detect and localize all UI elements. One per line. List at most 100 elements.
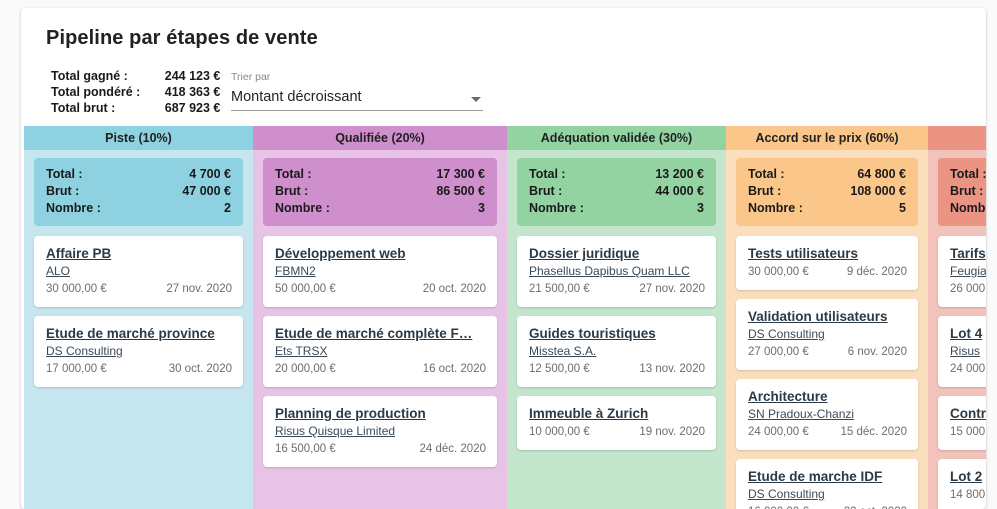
opportunity-meta: 16 000,00 € 22 oct. 2020 [748, 504, 907, 509]
opportunity-card[interactable]: Etude de marché complète F… Ets TRSX 20 00… [263, 316, 497, 387]
opportunity-title[interactable]: Etude de marché province [46, 325, 232, 343]
opportunity-date: 19 nov. 2020 [639, 426, 705, 438]
stage-body[interactable]: Total : 4 700 € Brut : 47 000 € Nombre : 2 Aff… [24, 150, 253, 509]
opportunity-company[interactable]: Phasellus Dapibus Quam LLC [529, 263, 705, 280]
stage-header: Adéquation validée (30%) [507, 126, 726, 150]
opportunity-meta: 12 500,00 € 13 nov. 2020 [529, 361, 705, 378]
sort-by-control[interactable]: Trier par Montant décroissant [231, 70, 483, 111]
stage-body[interactable]: Total :64 800 € Brut :108 000 € Nombre :5T… [726, 150, 928, 509]
opportunity-amount: 14 800,00 € [950, 489, 986, 501]
stage-body[interactable]: Total : Brut : Nombre : TarifsFeugiat 26 000… [928, 150, 986, 509]
opportunity-card[interactable]: Dossier juridique Phasellus Dapibus Quam … [517, 236, 716, 307]
opportunity-date: 20 oct. 2020 [422, 283, 486, 295]
opportunity-card[interactable]: Lot 4Risus 24 000,00 € [938, 316, 986, 387]
opportunity-amount: 16 500,00 € [275, 443, 336, 455]
summary-brut-label: Brut : [950, 184, 984, 198]
opportunity-company[interactable]: DS Consulting [748, 486, 907, 503]
opportunity-card[interactable]: Tests utilisateurs 30 000,00 € 9 déc. 2020 [736, 236, 918, 290]
totals-label: Total gagné : [51, 69, 128, 83]
opportunity-company[interactable]: ALO [46, 263, 232, 280]
opportunity-title[interactable]: Tarifs [950, 245, 986, 263]
opportunity-amount: 17 000,00 € [46, 363, 107, 375]
opportunity-card[interactable]: Etude de marché province DS Consulting 17 … [34, 316, 243, 387]
opportunity-company[interactable]: DS Consulting [46, 343, 232, 360]
opportunity-company[interactable]: Risus Quisque Limited [275, 423, 486, 440]
summary-nombre-label: Nombre : [748, 201, 803, 215]
opportunity-amount: 50 000,00 € [275, 283, 336, 295]
opportunity-title[interactable]: Etude de marche IDF [748, 468, 907, 486]
pipeline-board[interactable]: Piste (10%) Total : 4 700 € Brut : 47 000 € N… [24, 126, 986, 509]
opportunity-title[interactable]: Planning de production [275, 405, 486, 423]
opportunity-amount: 30 000,00 € [46, 283, 107, 295]
summary-nombre-value: 5 [899, 201, 906, 215]
opportunity-title[interactable]: Dossier juridique [529, 245, 705, 263]
opportunity-card[interactable]: Lot 2 14 800,00 € [938, 459, 986, 509]
opportunity-amount: 26 000,00 € [950, 283, 986, 295]
opportunity-card[interactable]: Développement web FBMN2 50 000,00 € 20 oct.… [263, 236, 497, 307]
opportunity-card[interactable]: Immeuble à Zurich 10 000,00 € 19 nov. 2020 [517, 396, 716, 450]
opportunity-title[interactable]: Etude de marché complète F… [275, 325, 486, 343]
summary-brut-value: 44 000 € [655, 184, 704, 198]
opportunity-card[interactable]: Planning de production Risus Quisque Limi… [263, 396, 497, 467]
sort-by-value[interactable]: Montant décroissant [231, 89, 483, 105]
opportunity-card[interactable]: Validation utilisateurs DS Consulting 27 0… [736, 299, 918, 370]
pipeline-stage-column[interactable]: Accord sur le prix (60%) Total : 64 800 € B… [726, 126, 928, 509]
opportunity-date: 13 nov. 2020 [639, 363, 705, 375]
opportunity-company[interactable]: FBMN2 [275, 263, 486, 280]
opportunity-title[interactable]: Guides touristiques [529, 325, 705, 343]
opportunity-card[interactable]: Affaire PB ALO 30 000,00 € 27 nov. 2020 [34, 236, 243, 307]
opportunity-amount: 27 000,00 € [748, 346, 809, 358]
opportunity-card[interactable]: Contrat 15 000,00 € [938, 396, 986, 450]
totals-summary: Total gagné : 244 123 € Total pondéré : 418… [51, 68, 220, 116]
opportunity-meta: 14 800,00 € [950, 487, 986, 504]
opportunity-meta: 30 000,00 € 9 déc. 2020 [748, 264, 907, 281]
opportunity-title[interactable]: Lot 4 [950, 325, 986, 343]
stage-body[interactable]: Total : 17 300 € Brut : 86 500 € Nombre : 3 Dé… [253, 150, 507, 509]
opportunity-company[interactable]: SN Pradoux-Chanzi [748, 406, 907, 423]
opportunity-company[interactable]: Ets TRSX [275, 343, 486, 360]
opportunity-meta: 24 000,00 € 15 déc. 2020 [748, 424, 907, 441]
totals-row: Total gagné : 244 123 € [51, 68, 220, 84]
opportunity-company[interactable]: Misstea S.A. [529, 343, 705, 360]
summary-total-label: Total : [46, 167, 83, 181]
stage-summary: Total : 4 700 € Brut : 47 000 € Nombre : 2 [34, 158, 243, 226]
opportunity-company[interactable]: Feugiat [950, 263, 986, 280]
opportunity-card[interactable]: TarifsFeugiat 26 000,00 € [938, 236, 986, 307]
opportunity-title[interactable]: Affaire PB [46, 245, 232, 263]
stage-header: Qualifiée (20%) [253, 126, 507, 150]
pipeline-stage-column[interactable]: Adéquation validée (30%) Total : 13 200 € B… [507, 126, 726, 509]
opportunity-meta: 17 000,00 € 30 oct. 2020 [46, 361, 232, 378]
pipeline-stage-column[interactable]: Qualifiée (20%) Total : 17 300 € Brut : 86 5… [253, 126, 507, 509]
summary-brut-label: Brut : [275, 184, 309, 198]
pipeline-panel: Pipeline par étapes de vente Total gagné… [21, 8, 986, 509]
opportunity-company[interactable]: Risus [950, 343, 986, 360]
opportunity-title[interactable]: Contrat [950, 405, 986, 423]
opportunity-meta: 21 500,00 € 27 nov. 2020 [529, 281, 705, 298]
stage-body[interactable]: Total : 13 200 € Brut : 44 000 € Nombre : 3 Do… [507, 150, 726, 509]
totals-row: Total pondéré : 418 363 € [51, 84, 220, 100]
summary-brut-label: Brut : [46, 184, 80, 198]
summary-nombre-label: Nombre : [275, 201, 330, 215]
opportunity-meta: 10 000,00 € 19 nov. 2020 [529, 424, 705, 441]
opportunity-title[interactable]: Tests utilisateurs [748, 245, 907, 263]
opportunity-amount: 21 500,00 € [529, 283, 590, 295]
opportunity-card[interactable]: Etude de marche IDFDS Consulting16 000,0… [736, 459, 918, 509]
opportunity-title[interactable]: Développement web [275, 245, 486, 263]
totals-value: 687 923 € [164, 101, 221, 115]
opportunity-title[interactable]: Architecture [748, 388, 907, 406]
opportunity-date: 15 déc. 2020 [840, 426, 907, 438]
opportunity-title[interactable]: Validation utilisateurs [748, 308, 907, 326]
opportunity-date: 27 nov. 2020 [639, 283, 705, 295]
sort-by-caption: Trier par [231, 71, 271, 83]
pipeline-stage-column[interactable]: Piste (10%) Total : 4 700 € Brut : 47 000 € N… [24, 126, 253, 509]
pipeline-stage-column[interactable]: Total : Brut : Nombre : TarifsFeugiat 26 000… [928, 126, 986, 509]
totals-value: 244 123 € [164, 69, 221, 83]
chevron-down-icon[interactable] [471, 97, 481, 102]
opportunity-title[interactable]: Immeuble à Zurich [529, 405, 705, 423]
opportunity-company[interactable]: DS Consulting [748, 326, 907, 343]
summary-nombre-label: Nombre : [950, 201, 986, 215]
opportunity-card[interactable]: Guides touristiques Misstea S.A. 12 500,00… [517, 316, 716, 387]
opportunity-title[interactable]: Lot 2 [950, 468, 986, 486]
sort-by-field[interactable]: Montant décroissant [231, 89, 483, 111]
opportunity-card[interactable]: Architecture SN Pradoux-Chanzi 24 000,00 €… [736, 379, 918, 450]
